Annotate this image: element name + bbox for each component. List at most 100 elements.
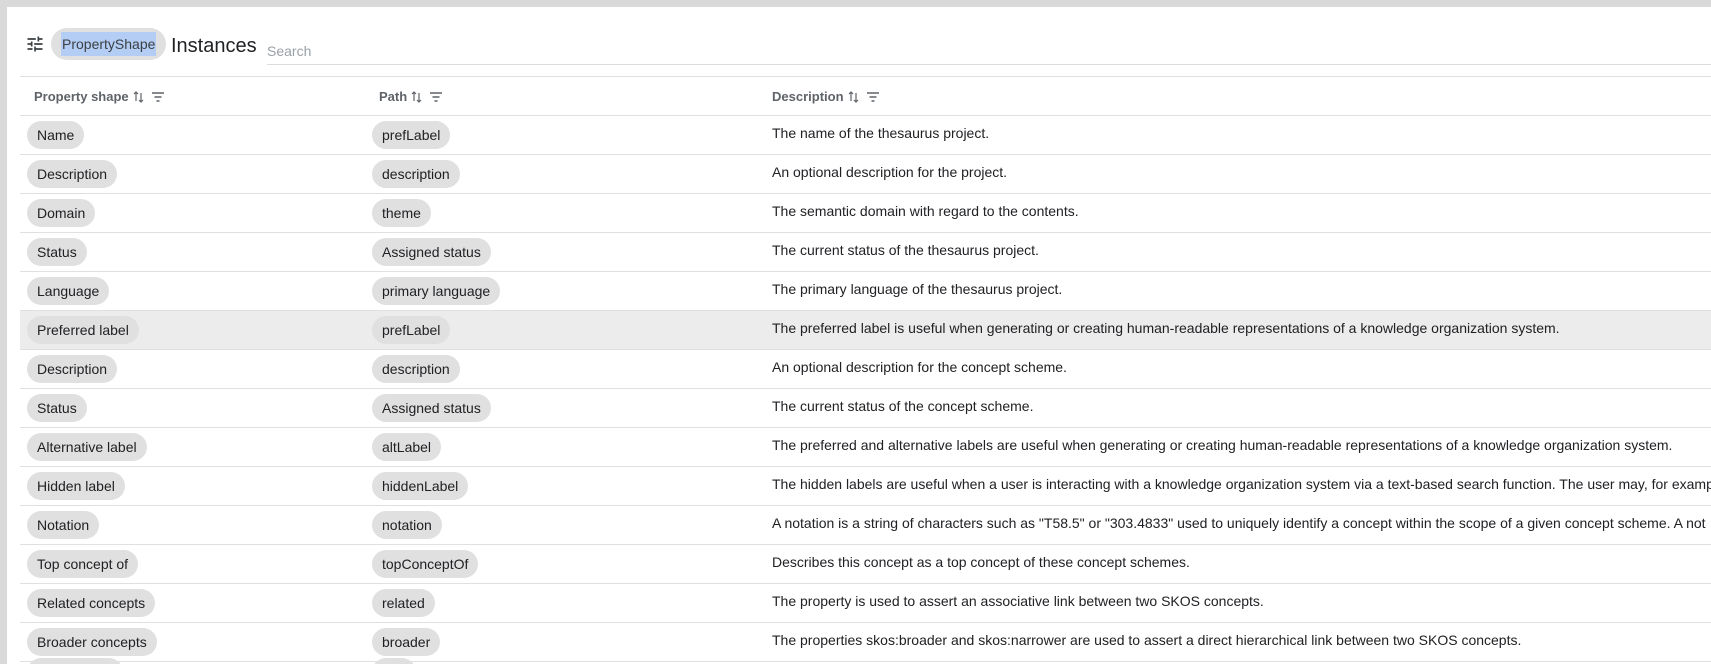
path-cell: Assigned status xyxy=(372,389,491,427)
property-shape-chip[interactable]: Name xyxy=(27,121,85,149)
table-row[interactable]: Domain theme The semantic domain with rega… xyxy=(20,194,1711,233)
filter-icon[interactable] xyxy=(151,91,165,103)
search-input[interactable] xyxy=(267,37,1711,65)
table-row[interactable]: Alternative label altLabel The preferred a… xyxy=(20,428,1711,467)
property-shape-cell: Status xyxy=(27,389,87,427)
path-cell: topConceptOf xyxy=(372,545,479,583)
column-header-path[interactable]: Path xyxy=(379,77,443,116)
property-shape-chip[interactable]: Description xyxy=(27,160,118,188)
property-shape-cell: Top concept of xyxy=(27,545,139,583)
property-shape-cell: Domain xyxy=(27,194,96,232)
instances-table: Property shape Path Description Name pre… xyxy=(20,76,1711,664)
path-cell: hiddenLabel xyxy=(372,467,469,505)
property-shape-chip[interactable]: Status xyxy=(27,238,87,266)
description-cell: The property is used to assert an associ… xyxy=(772,584,1264,622)
table-row[interactable]: Notation notation A notation is a string o… xyxy=(20,506,1711,545)
table-row[interactable]: Hidden label hiddenLabel The hidden labels… xyxy=(20,467,1711,506)
description-text: The name of the thesaurus project. xyxy=(772,125,990,141)
table-row[interactable]: Name prefLabel The name of the thesaurus p… xyxy=(20,116,1711,155)
property-shape-chip[interactable]: Status xyxy=(27,394,87,422)
table-row[interactable]: Status Assigned status The current status … xyxy=(20,233,1711,272)
path-chip[interactable]: prefLabel xyxy=(372,316,451,344)
table-row[interactable]: Language primary language The primary lang… xyxy=(20,272,1711,311)
description-text: An optional description for the project. xyxy=(772,164,1008,180)
property-shape-chip[interactable]: Top concept of xyxy=(27,550,139,578)
property-shape-chip[interactable]: Domain xyxy=(27,199,96,227)
path-chip[interactable]: topConceptOf xyxy=(372,550,479,578)
description-cell: The properties skos:broader and skos:nar… xyxy=(772,623,1521,661)
property-shape-chip[interactable]: Language xyxy=(27,277,110,305)
sort-icon[interactable] xyxy=(848,90,860,103)
description-text: The semantic domain with regard to the c… xyxy=(772,203,1079,219)
toolbar: PropertyShape Instances xyxy=(7,7,1711,65)
path-cell: related xyxy=(372,584,435,622)
property-shape-chip[interactable]: Related concepts xyxy=(27,589,156,617)
property-shape-cell: Broader concepts xyxy=(27,623,157,661)
sort-icon[interactable] xyxy=(411,90,423,103)
column-header-property-shape[interactable]: Property shape xyxy=(34,77,165,116)
path-chip[interactable]: broader xyxy=(372,628,441,656)
path-cell: description xyxy=(372,350,460,388)
path-chip[interactable]: theme xyxy=(372,199,431,227)
property-shape-chip[interactable]: Hidden label xyxy=(27,472,125,500)
property-shape-chip[interactable] xyxy=(27,658,123,664)
path-chip[interactable]: altLabel xyxy=(372,433,442,461)
path-chip[interactable]: primary language xyxy=(372,277,501,305)
property-shape-cell: Related concepts xyxy=(27,584,156,622)
path-chip[interactable]: Assigned status xyxy=(372,238,491,266)
path-chip[interactable]: notation xyxy=(372,511,442,539)
property-shape-chip[interactable]: Alternative label xyxy=(27,433,147,461)
property-shape-chip[interactable]: Broader concepts xyxy=(27,628,157,656)
path-cell: broader xyxy=(372,623,441,661)
column-header-label: Description xyxy=(772,89,844,104)
table-row[interactable]: Description description An optional descri… xyxy=(20,155,1711,194)
property-shape-cell: Description xyxy=(27,155,118,193)
description-cell: The current status of the concept scheme… xyxy=(772,389,1033,427)
table-row[interactable]: Related concepts related The property is u… xyxy=(20,584,1711,623)
class-type-chip[interactable]: PropertyShape xyxy=(51,28,167,60)
property-shape-chip[interactable]: Description xyxy=(27,355,118,383)
path-chip[interactable]: description xyxy=(372,160,460,188)
path-cell: prefLabel xyxy=(372,311,451,349)
property-shape-chip[interactable]: Preferred label xyxy=(27,316,139,344)
description-text: The preferred and alternative labels are… xyxy=(772,437,1673,453)
property-shape-chip[interactable]: Notation xyxy=(27,511,100,539)
description-cell: Describes this concept as a top concept … xyxy=(772,545,1190,583)
description-text: The current status of the concept scheme… xyxy=(772,398,1034,414)
description-text: Describes this concept as a top concept … xyxy=(772,554,1190,570)
column-header-description[interactable]: Description xyxy=(772,77,880,116)
path-chip[interactable]: Assigned status xyxy=(372,394,491,422)
description-text: The hidden labels are useful when a user… xyxy=(772,476,1711,492)
description-cell: The name of the thesaurus project. xyxy=(772,116,989,154)
column-header-label: Path xyxy=(379,89,408,104)
path-cell: theme xyxy=(372,194,431,232)
filter-icon[interactable] xyxy=(429,91,443,103)
table-row[interactable]: Description description An optional descri… xyxy=(20,350,1711,389)
path-chip[interactable]: description xyxy=(372,355,460,383)
path-chip[interactable]: related xyxy=(372,589,435,617)
property-shape-cell: Hidden label xyxy=(27,467,125,505)
table-row[interactable]: Broader concepts broader The properties sk… xyxy=(20,623,1711,662)
path-cell: primary language xyxy=(372,272,501,310)
description-text: The primary language of the thesaurus pr… xyxy=(772,281,1063,297)
property-shape-cell: Notation xyxy=(27,506,100,544)
table-row[interactable]: Status Assigned status The current status … xyxy=(20,389,1711,428)
description-text: A notation is a string of characters suc… xyxy=(772,515,1706,531)
instances-panel: PropertyShape Instances Property shape P… xyxy=(7,7,1711,664)
path-cell: description xyxy=(372,155,460,193)
table-row[interactable]: Preferred label prefLabel The preferred la… xyxy=(20,311,1711,350)
table-body: Name prefLabel The name of the thesaurus p… xyxy=(20,116,1711,664)
description-cell: The semantic domain with regard to the c… xyxy=(772,194,1079,232)
property-shape-cell: Preferred label xyxy=(27,311,139,349)
path-chip[interactable]: hiddenLabel xyxy=(372,472,469,500)
tune-icon[interactable] xyxy=(25,34,45,54)
description-cell: An optional description for the concept … xyxy=(772,350,1067,388)
path-chip[interactable]: prefLabel xyxy=(372,121,451,149)
sort-icon[interactable] xyxy=(133,90,145,103)
property-shape-cell: Language xyxy=(27,272,110,310)
property-shape-cell: Alternative label xyxy=(27,428,147,466)
filter-icon[interactable] xyxy=(866,91,880,103)
table-row[interactable]: Top concept of topConceptOf Describes this… xyxy=(20,545,1711,584)
description-cell: The preferred label is useful when gener… xyxy=(772,311,1560,349)
column-header-label: Property shape xyxy=(34,89,129,104)
